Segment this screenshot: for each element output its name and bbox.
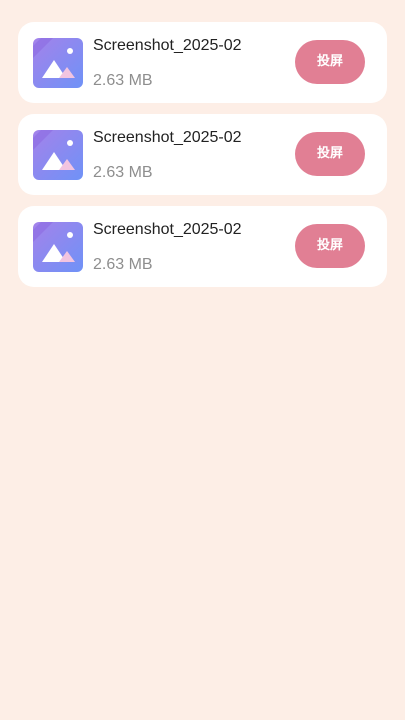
file-name: Screenshot_2025-02 xyxy=(93,129,242,146)
file-card[interactable]: Screenshot_2025-02 2.63 MB 投屏 xyxy=(18,206,387,287)
cast-button[interactable]: 投屏 xyxy=(295,132,365,176)
file-name: Screenshot_2025-02 xyxy=(93,221,242,238)
file-size: 2.63 MB xyxy=(93,72,153,89)
image-icon xyxy=(33,222,83,272)
cast-button[interactable]: 投屏 xyxy=(295,40,365,84)
file-card[interactable]: Screenshot_2025-02 2.63 MB 投屏 xyxy=(18,22,387,103)
image-icon xyxy=(33,38,83,88)
file-list: Screenshot_2025-02 2.63 MB 投屏 Screenshot… xyxy=(18,22,387,298)
file-card[interactable]: Screenshot_2025-02 2.63 MB 投屏 xyxy=(18,114,387,195)
image-icon xyxy=(33,130,83,180)
file-size: 2.63 MB xyxy=(93,256,153,273)
cast-button[interactable]: 投屏 xyxy=(295,224,365,268)
file-size: 2.63 MB xyxy=(93,164,153,181)
file-name: Screenshot_2025-02 xyxy=(93,37,242,54)
